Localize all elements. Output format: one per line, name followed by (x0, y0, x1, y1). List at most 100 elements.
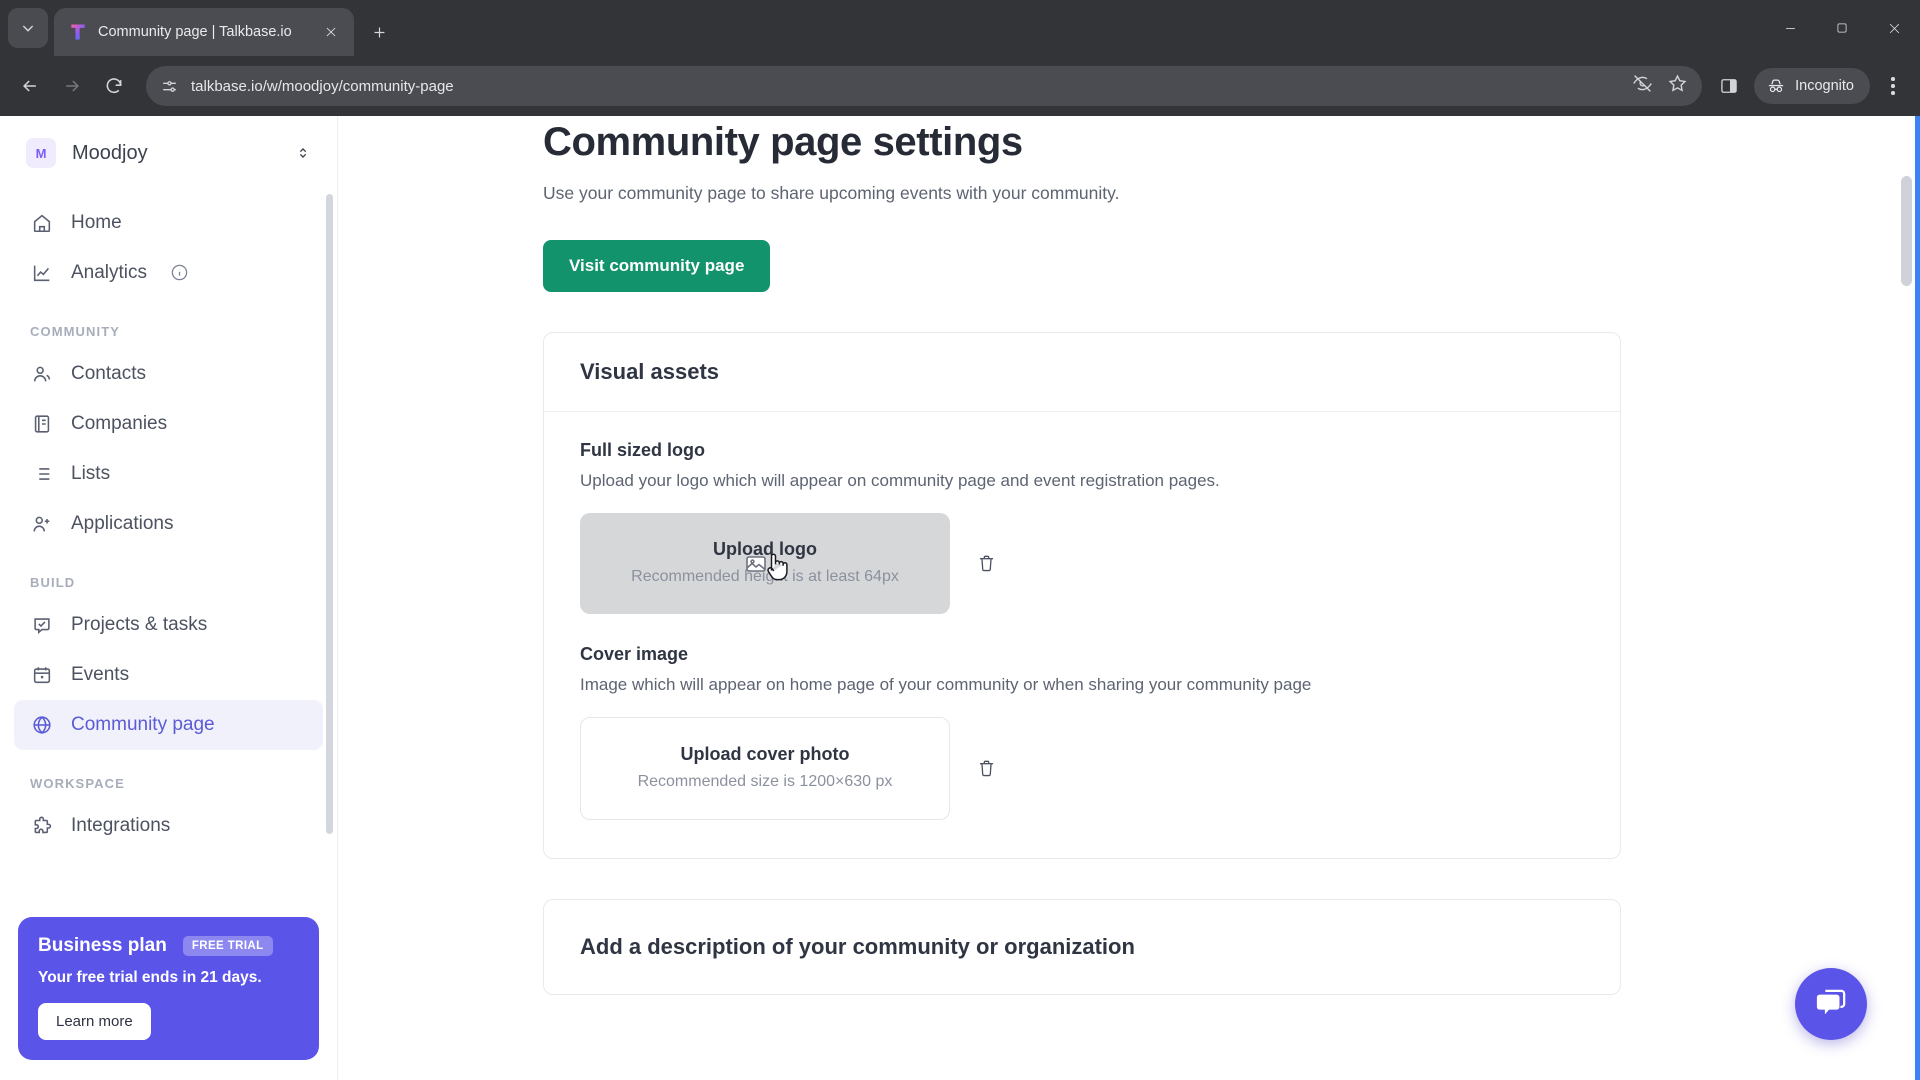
sidebar-section-workspace-label: WORKSPACE (30, 776, 125, 791)
description-card: Add a description of your community or o… (543, 899, 1621, 995)
sidebar-item-label: Events (71, 664, 130, 685)
browser-tab[interactable]: Community page | Talkbase.io (54, 8, 354, 56)
sidebar-item-community-page[interactable]: Community page (14, 700, 323, 750)
browser-window: Community page | Talkbase.io talkbase.io… (0, 0, 1920, 1080)
cover-image-label: Cover image (580, 644, 689, 664)
description-heading: Add a description of your community or o… (580, 934, 1135, 959)
site-settings-icon[interactable] (160, 77, 179, 96)
minimize-button[interactable] (1764, 0, 1816, 56)
forward-arrow-icon (66, 80, 79, 92)
analytics-chart-icon (30, 261, 54, 285)
close-tab-button[interactable] (318, 19, 344, 45)
sidebar-item-projects-tasks[interactable]: Projects & tasks (14, 600, 323, 650)
forward-button[interactable] (52, 66, 92, 106)
incognito-hat-icon (1769, 79, 1784, 93)
visual-assets-card-body: Full sized logo Upload your logo which w… (544, 412, 1620, 858)
logo-upload-row: Upload logo Recommended height is at lea… (580, 513, 1584, 614)
sidebar-item-analytics[interactable]: Analytics (14, 248, 323, 298)
visual-assets-card-header: Visual assets (544, 333, 1620, 412)
sidebar-item-events[interactable]: Events (14, 650, 323, 700)
reload-button[interactable] (94, 66, 134, 106)
check-square-icon (30, 613, 54, 637)
trash-icon (979, 555, 993, 572)
learn-more-button[interactable]: Learn more (38, 1003, 151, 1040)
cover-image-description: Image which will appear on home page of … (580, 675, 1312, 694)
new-tab-button[interactable] (362, 15, 396, 49)
talkbase-logo-icon (68, 22, 88, 42)
incognito-label: Incognito (1795, 78, 1854, 94)
url-text: talkbase.io/w/moodjoy/community-page (191, 77, 454, 95)
visit-community-page-button[interactable]: Visit community page (543, 240, 771, 292)
page-title: Community page settings (543, 120, 1023, 164)
sidebar-item-home[interactable]: Home (14, 198, 323, 248)
building-icon (30, 412, 54, 436)
sidebar-item-label: Contacts (71, 363, 146, 384)
full-sized-logo-field: Full sized logo Upload your logo which w… (580, 440, 1584, 614)
page-scrollbar-thumb[interactable] (1901, 176, 1912, 286)
logo-dropzone[interactable]: Upload logo Recommended height is at lea… (580, 513, 950, 614)
side-panel-icon (1721, 79, 1737, 93)
app-sidebar: M Moodjoy Home Analytics COMMUNITY Conta… (0, 116, 338, 1080)
sidebar-item-integrations[interactable]: Integrations (14, 801, 323, 851)
page-subtitle: Use your community page to share upcomin… (543, 183, 1120, 203)
workspace-avatar: M (26, 138, 56, 168)
cover-dropzone-hint: Recommended size is 1200×630 px (637, 773, 893, 790)
globe-icon (30, 713, 54, 737)
visual-assets-card: Visual assets Full sized logo Upload you… (543, 332, 1621, 859)
sidebar-item-contacts[interactable]: Contacts (14, 349, 323, 399)
back-button[interactable] (10, 66, 50, 106)
sidebar-item-lists[interactable]: Lists (14, 449, 323, 499)
sidebar-item-label: Projects & tasks (71, 614, 208, 635)
maximize-icon (1837, 23, 1847, 33)
full-sized-logo-description: Upload your logo which will appear on co… (580, 471, 1220, 490)
delete-cover-button[interactable] (966, 749, 1006, 789)
main-content: Community page settings Use your communi… (338, 116, 1915, 1080)
sidebar-item-label: Analytics (71, 262, 148, 283)
maximize-button[interactable] (1816, 0, 1868, 56)
list-icon (30, 462, 54, 486)
window-controls (1764, 0, 1920, 56)
user-plus-icon (30, 512, 54, 536)
tab-title: Community page | Talkbase.io (98, 24, 292, 40)
chat-support-button[interactable] (1795, 968, 1867, 1040)
description-card-header: Add a description of your community or o… (544, 900, 1620, 994)
tab-search-button[interactable] (8, 8, 48, 48)
free-trial-badge: FREE TRIAL (182, 936, 273, 956)
delete-logo-button[interactable] (966, 544, 1006, 584)
incognito-indicator[interactable]: Incognito (1754, 68, 1870, 104)
chevron-up-down-icon[interactable] (293, 140, 313, 166)
plan-title: Business plan (38, 935, 167, 956)
sidebar-item-label: Integrations (71, 815, 171, 836)
full-sized-logo-label: Full sized logo (580, 440, 705, 460)
chat-bubble-icon (1816, 989, 1846, 1015)
sidebar-scrollbar[interactable] (326, 194, 333, 834)
browser-menu-button[interactable] (1876, 66, 1910, 106)
sidebar-item-companies[interactable]: Companies (14, 399, 323, 449)
sidebar-section-community-label: COMMUNITY (30, 324, 121, 339)
settings-content: Community page settings Use your communi… (543, 116, 1623, 995)
sidebar-item-label: Lists (71, 463, 111, 484)
plan-subtitle: Your free trial ends in 21 days. (38, 969, 262, 986)
sidebar-item-label: Companies (71, 413, 168, 434)
info-icon[interactable] (170, 263, 190, 283)
window-close-button[interactable] (1868, 0, 1920, 56)
plan-upgrade-card: Business plan FREE TRIAL Your free trial… (18, 917, 319, 1060)
cover-image-field: Cover image Image which will appear on h… (580, 644, 1584, 820)
trash-icon (979, 760, 993, 777)
sidebar-section-build-label: BUILD (30, 575, 76, 590)
tab-strip: Community page | Talkbase.io (0, 0, 1920, 56)
page-viewport: M Moodjoy Home Analytics COMMUNITY Conta… (0, 116, 1920, 1080)
sidebar-item-label: Home (71, 212, 122, 233)
browser-toolbar: talkbase.io/w/moodjoy/community-page Inc… (0, 56, 1920, 116)
workspace-name: Moodjoy (72, 141, 148, 164)
workspace-switcher[interactable]: M Moodjoy (0, 116, 337, 184)
address-bar[interactable]: talkbase.io/w/moodjoy/community-page (146, 66, 1703, 106)
cover-dropzone-title: Upload cover photo (680, 744, 850, 764)
reload-icon (106, 78, 122, 94)
sidebar-item-applications[interactable]: Applications (14, 499, 323, 549)
side-panel-button[interactable] (1712, 69, 1746, 103)
tracking-protection-icon[interactable] (1632, 73, 1653, 99)
bookmark-star-button[interactable] (1667, 73, 1688, 99)
page-scrollbar[interactable] (1898, 116, 1915, 1080)
cover-dropzone[interactable]: Upload cover photo Recommended size is 1… (580, 717, 950, 820)
